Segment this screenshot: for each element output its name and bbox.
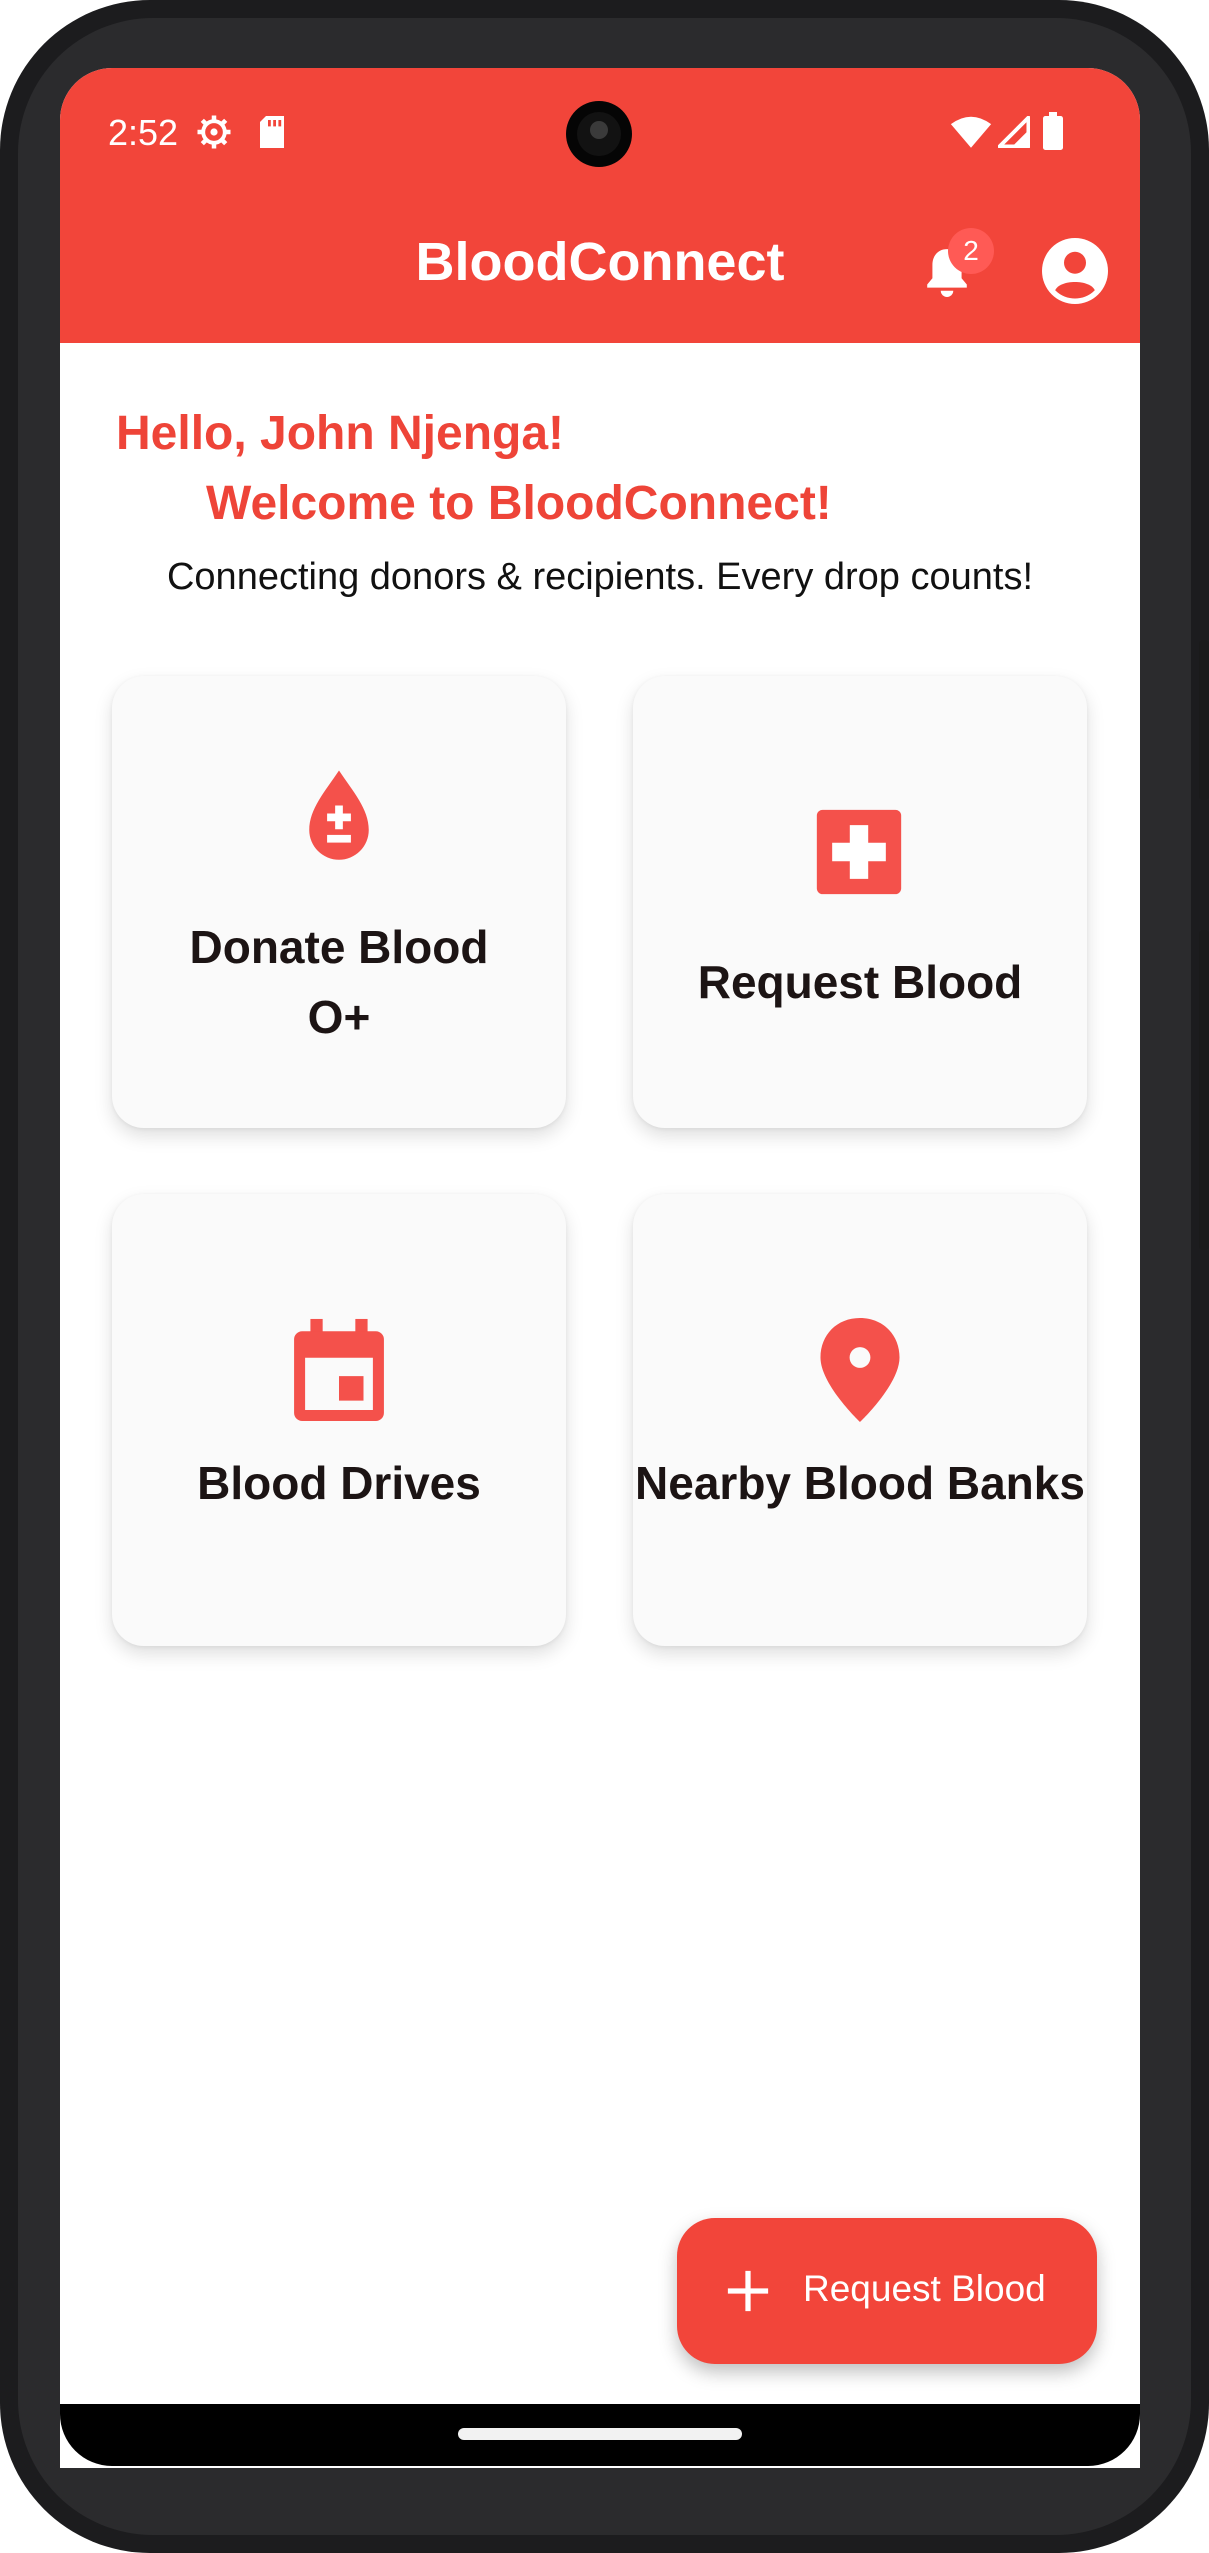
donate-blood-label: Donate Blood — [189, 921, 489, 973]
donate-blood-card[interactable]: Donate Blood O+ — [112, 676, 566, 1128]
greeting-text: Hello, John Njenga! — [116, 407, 565, 460]
location-pin-icon — [820, 1318, 900, 1422]
blood-type-label: O+ — [307, 991, 371, 1043]
volume-button — [1199, 930, 1209, 1250]
medical-cross-icon — [816, 809, 902, 895]
blood-drives-label: Blood Drives — [197, 1457, 481, 1509]
settings-icon — [197, 115, 231, 149]
request-blood-card[interactable]: Request Blood — [633, 676, 1087, 1128]
signal-icon — [998, 116, 1030, 148]
account-circle-icon[interactable] — [1042, 238, 1108, 304]
request-blood-fab[interactable]: Request Blood — [677, 2218, 1097, 2364]
welcome-text: Welcome to BloodConnect! — [206, 477, 832, 530]
calendar-icon — [294, 1318, 384, 1422]
power-button — [1199, 640, 1209, 800]
sd-card-icon — [260, 116, 284, 148]
app-screen: 2:52 BloodConnect 2 Hello, John Njenga! … — [60, 68, 1140, 2468]
fab-label: Request Blood — [803, 2268, 1046, 2309]
nearby-blood-banks-card[interactable]: Nearby Blood Banks — [633, 1194, 1087, 1646]
blood-drives-card[interactable]: Blood Drives — [112, 1194, 566, 1646]
blood-drop-icon — [309, 770, 369, 860]
status-time: 2:52 — [108, 112, 179, 153]
front-camera — [566, 101, 632, 167]
tagline-text: Connecting donors & recipients. Every dr… — [166, 556, 1034, 598]
nearby-blood-banks-label: Nearby Blood Banks — [635, 1457, 1085, 1509]
plus-icon — [727, 2270, 769, 2312]
battery-icon — [1043, 112, 1063, 150]
wifi-icon — [950, 116, 992, 148]
home-indicator[interactable] — [458, 2428, 742, 2440]
request-blood-label: Request Blood — [697, 956, 1023, 1008]
notification-badge: 2 — [948, 228, 994, 274]
